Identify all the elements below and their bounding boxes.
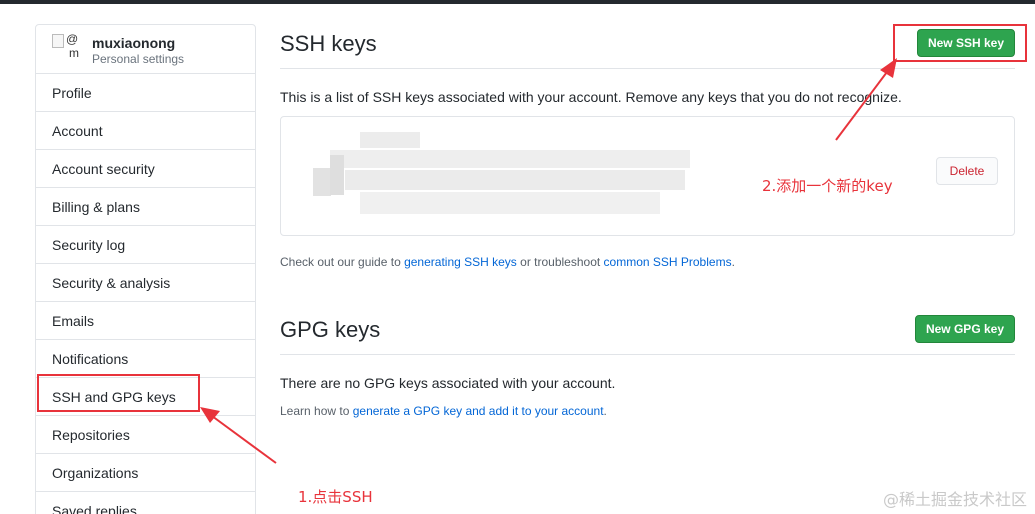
watermark: @稀土掘金技术社区 bbox=[882, 490, 1027, 509]
arrow-1-line bbox=[211, 415, 277, 464]
annotation-step-2: 2.添加一个新的key bbox=[762, 177, 893, 195]
annotation-arrows bbox=[200, 58, 897, 464]
annotation-step-1: 1.点击SSH bbox=[298, 488, 373, 506]
arrow-2-line bbox=[835, 67, 891, 141]
arrow-2-head bbox=[880, 58, 897, 78]
